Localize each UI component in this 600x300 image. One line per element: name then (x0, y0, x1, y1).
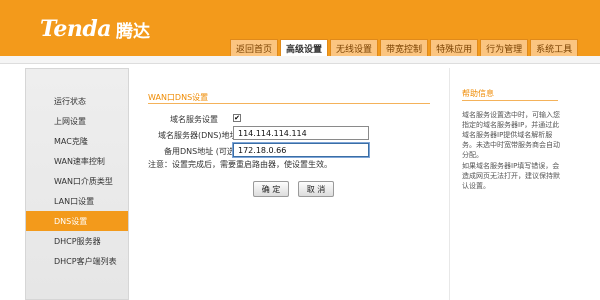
brand-logo: Tenda 腾达 (40, 15, 150, 43)
sidebar-item-wan-media[interactable]: WAN口介质类型 (26, 171, 128, 191)
secondary-dns-label: 备用DNS地址 (可选) (164, 147, 239, 156)
sidebar-item-status[interactable]: 运行状态 (26, 91, 128, 111)
notice-text: 注意：设置完成后，需要重启路由器，使设置生效。 (148, 160, 332, 169)
tab-system-tools[interactable]: 系统工具 (530, 39, 579, 56)
help-paragraph: 如果域名服务器IP填写错误，会造成网页无法打开，建议保持默认设置。 (462, 162, 560, 190)
dns-service-checkbox[interactable]: ✔ (233, 114, 241, 122)
help-text: 域名服务设置选中时，可输入您指定的域名服务器IP，并通过此域名服务器IP提供域名… (462, 110, 560, 192)
tab-home[interactable]: 返回首页 (230, 39, 279, 56)
sidebar-item-dns[interactable]: DNS设置 (26, 211, 128, 231)
header-bar: Tenda 腾达 返回首页 高级设置 无线设置 带宽控制 特殊应用 行为管理 系… (0, 0, 600, 56)
secondary-dns-input[interactable] (233, 143, 369, 157)
main-panel: WAN口DNS设置 域名服务设置 ✔ 域名服务器(DNS)地址 备用DNS地址 … (132, 68, 444, 300)
section-title: WAN口DNS设置 (148, 93, 209, 102)
dns-service-label: 域名服务设置 (170, 115, 218, 124)
tab-special-apps[interactable]: 特殊应用 (430, 39, 479, 56)
help-panel: 帮助信息 域名服务设置选中时，可输入您指定的域名服务器IP，并通过此域名服务器I… (449, 68, 564, 300)
primary-dns-label: 域名服务器(DNS)地址 (158, 131, 238, 140)
ok-button[interactable]: 确 定 (253, 181, 289, 197)
tab-wireless-settings[interactable]: 无线设置 (330, 39, 379, 56)
tab-behavior-management[interactable]: 行为管理 (480, 39, 529, 56)
sidebar-item-internet[interactable]: 上网设置 (26, 111, 128, 131)
logo-cn-text: 腾达 (115, 21, 150, 42)
sidebar-item-wan-rate[interactable]: WAN速率控制 (26, 151, 128, 171)
top-nav: 返回首页 高级设置 无线设置 带宽控制 特殊应用 行为管理 系统工具 (230, 39, 579, 56)
header-subbar (0, 56, 600, 64)
tab-advanced-settings[interactable]: 高级设置 (280, 39, 329, 56)
primary-dns-input[interactable] (233, 126, 369, 140)
help-divider (462, 100, 558, 101)
help-title: 帮助信息 (462, 89, 494, 98)
sidebar-item-dhcp-server[interactable]: DHCP服务器 (26, 231, 128, 251)
tab-bandwidth-control[interactable]: 带宽控制 (380, 39, 429, 56)
section-divider (148, 103, 430, 104)
logo-text: Tenda (40, 16, 111, 42)
help-paragraph: 域名服务设置选中时，可输入您指定的域名服务器IP，并通过此域名服务器IP提供域名… (462, 111, 560, 159)
cancel-button[interactable]: 取 消 (298, 181, 334, 197)
sidebar: 运行状态 上网设置 MAC克隆 WAN速率控制 WAN口介质类型 LAN口设置 … (25, 68, 129, 300)
sidebar-item-dhcp-clients[interactable]: DHCP客户端列表 (26, 251, 128, 271)
sidebar-item-lan[interactable]: LAN口设置 (26, 191, 128, 211)
sidebar-item-mac-clone[interactable]: MAC克隆 (26, 131, 128, 151)
